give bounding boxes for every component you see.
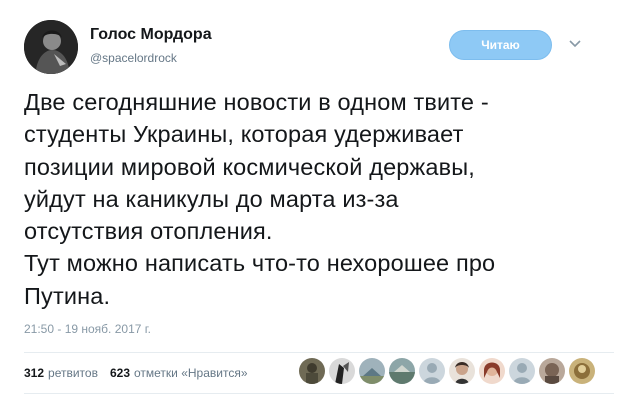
liker-avatar[interactable]	[449, 358, 475, 384]
liker-avatar[interactable]	[299, 358, 325, 384]
liker-avatar[interactable]	[419, 358, 445, 384]
liker-avatar[interactable]	[359, 358, 385, 384]
liker-avatar[interactable]	[479, 358, 505, 384]
tweet-text-line: Две сегодняшние новости в одном твите -	[24, 89, 489, 115]
retweets-count: 312	[24, 366, 45, 380]
author-avatar[interactable]	[24, 20, 78, 74]
tweet-text-line: уйдут на каникулы до марта из-за	[24, 185, 399, 212]
retweets-stat[interactable]: 312 ретвитов	[24, 366, 98, 380]
tweet-text-line: Тут можно написать что-то нехорошее про	[24, 250, 496, 277]
tweet-text-line: отсутствия отопления.	[24, 218, 273, 245]
liker-avatar[interactable]	[569, 358, 595, 384]
follow-button[interactable]: Читаю	[449, 30, 552, 60]
liker-avatar[interactable]	[329, 358, 355, 384]
divider	[24, 393, 614, 394]
chevron-down-icon[interactable]	[565, 34, 585, 54]
author-name[interactable]: Голос Мордора	[90, 26, 212, 44]
likes-label: отметки «Нравится»	[134, 366, 248, 380]
tweet-text-line: позиции мировой космической державы,	[24, 153, 475, 180]
tweet-text: Две сегодняшние новости в одном твите - …	[24, 86, 610, 312]
likers-avatars	[299, 358, 595, 386]
divider	[24, 352, 614, 353]
tweet-stats: 312 ретвитов 623 отметки «Нравится»	[24, 366, 248, 380]
liker-avatar[interactable]	[509, 358, 535, 384]
likes-count: 623	[109, 366, 130, 380]
author-handle[interactable]: @spacelordrock	[90, 51, 177, 65]
liker-avatar[interactable]	[389, 358, 415, 384]
likes-stat[interactable]: 623 отметки «Нравится»	[110, 366, 248, 380]
tweet-text-line: студенты Украины, которая удерживает	[24, 121, 464, 148]
liker-avatar[interactable]	[539, 358, 565, 384]
retweets-label: ретвитов	[48, 366, 98, 380]
tweet-text-line: Путина.	[24, 282, 111, 309]
tweet-timestamp[interactable]: 21:50 - 19 нояб. 2017 г.	[24, 322, 151, 336]
